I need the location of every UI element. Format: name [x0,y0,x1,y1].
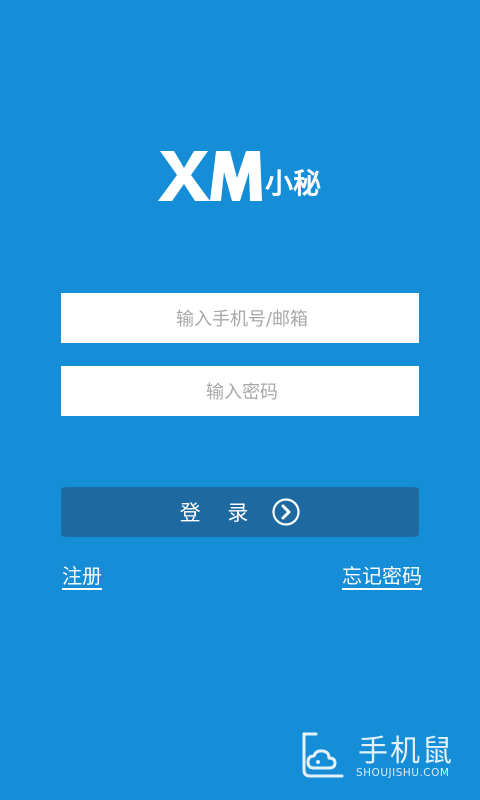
site-watermark: 手机鼠 SHOUJISHU.COM [296,724,476,794]
phone-email-field[interactable] [61,293,423,345]
password-field[interactable] [61,366,423,418]
login-button[interactable]: 登 录 [61,487,419,537]
xm-logo-icon: 小秘 [158,151,321,201]
password-input[interactable] [61,366,423,418]
mouse-cloud-icon [302,732,344,778]
login-button-label: 登 录 [179,501,259,525]
chevron-right-circle-icon [272,498,300,526]
forgot-password-link[interactable]: 忘记密码 [342,560,422,589]
app-logo: 小秘 [158,148,328,204]
login-screen: 小秘 登 录 注册 忘记密码 手机鼠 SHOUJISHU.COM [0,0,480,800]
register-link[interactable]: 注册 [62,560,102,589]
watermark-title: 手机鼠 [358,734,454,769]
svg-text:小秘: 小秘 [265,167,321,200]
phone-email-input[interactable] [61,293,423,345]
watermark-domain: SHOUJISHU.COM [356,767,450,779]
